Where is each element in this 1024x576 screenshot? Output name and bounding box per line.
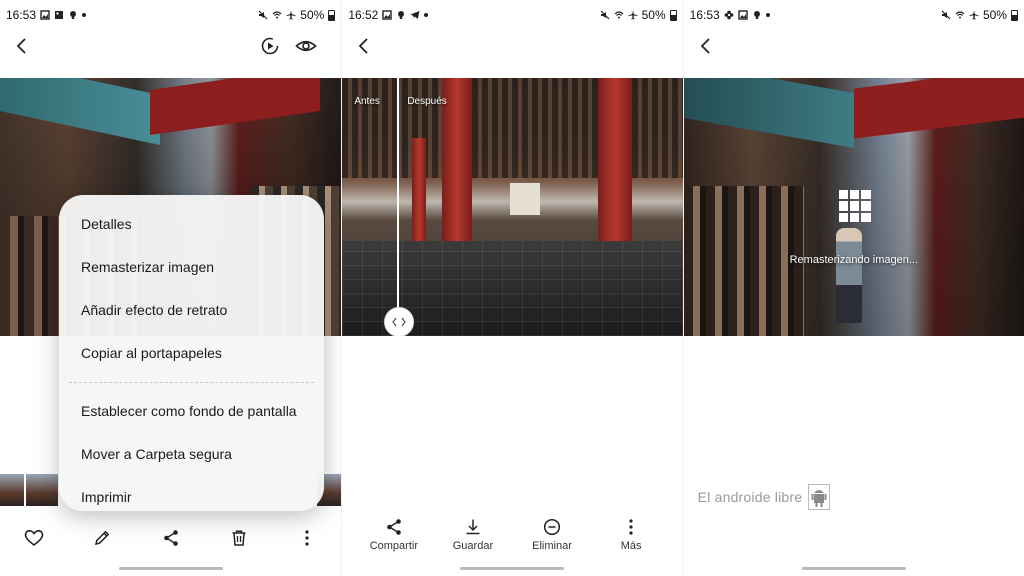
mute-icon <box>600 10 610 20</box>
before-label: Antes <box>354 96 380 107</box>
thumbnail[interactable] <box>26 474 58 506</box>
share-button[interactable]: Compartir <box>359 518 429 562</box>
menu-divider <box>69 382 314 383</box>
battery-icon <box>669 9 677 21</box>
heart-icon <box>24 530 44 547</box>
status-bar: 16:53 50% <box>684 0 1024 30</box>
left-right-chevrons-icon <box>392 317 407 327</box>
comparison-slider-handle[interactable] <box>384 307 415 336</box>
delete-button[interactable] <box>228 527 250 549</box>
airplane-icon <box>286 10 296 20</box>
more-button[interactable] <box>296 527 318 549</box>
menu-item-details[interactable]: Detalles <box>59 203 324 246</box>
menu-item-remaster[interactable]: Remasterizar imagen <box>59 246 324 289</box>
edit-button[interactable] <box>91 527 113 549</box>
status-time: 16:52 <box>348 8 379 22</box>
gesture-navigation-bar[interactable] <box>460 567 565 570</box>
menu-item-secure-folder[interactable]: Mover a Carpeta segura <box>59 433 324 476</box>
top-app-bar <box>684 32 1024 62</box>
menu-item-set-wallpaper[interactable]: Establecer como fondo de pantalla <box>59 390 324 433</box>
telegram-notification-icon <box>410 11 420 19</box>
motion-photo-icon[interactable] <box>260 36 280 56</box>
bottom-action-bar: Compartir Guardar Eliminar Más <box>342 518 682 562</box>
bottom-action-bar <box>0 522 341 554</box>
share-button[interactable] <box>160 527 182 549</box>
more-label: Más <box>620 540 642 552</box>
comparison-divider[interactable] <box>397 78 400 336</box>
menu-item-print[interactable]: Imprimir <box>59 476 324 519</box>
image-notification-icon <box>382 10 393 20</box>
wifi-icon <box>272 11 282 19</box>
back-arrow-icon[interactable] <box>354 36 374 56</box>
more-options-menu: Detalles Remasterizar imagen Añadir efec… <box>59 195 324 511</box>
top-app-bar <box>0 32 341 62</box>
thumbnail[interactable] <box>0 474 24 506</box>
minus-circle-icon <box>543 518 561 536</box>
airplane-icon <box>969 10 979 20</box>
notification-dot-icon <box>765 13 770 17</box>
download-icon <box>466 519 480 535</box>
top-app-bar <box>342 32 682 62</box>
battery-percent: 50% <box>982 8 1007 22</box>
status-bar: 16:52 50% <box>342 0 682 30</box>
trash-icon <box>232 530 246 546</box>
remastering-status-text: Remasterizando imagen... <box>789 254 919 266</box>
back-arrow-icon[interactable] <box>696 36 716 56</box>
delete-button[interactable]: Eliminar <box>517 518 587 562</box>
status-time: 16:53 <box>6 8 37 22</box>
bulb-notification-icon <box>70 11 77 19</box>
market-photo-remastering: Remasterizando imagen... <box>683 78 1024 336</box>
image-notification-icon <box>737 10 748 20</box>
notification-dot-icon <box>424 13 429 17</box>
share-icon <box>163 530 178 546</box>
battery-percent: 50% <box>641 8 666 22</box>
gesture-navigation-bar[interactable] <box>118 567 223 570</box>
save-label: Guardar <box>452 540 494 552</box>
watermark-text: El androide libre <box>697 489 803 505</box>
menu-item-copy-clipboard[interactable]: Copiar al portapapeles <box>59 332 324 375</box>
battery-icon <box>1010 9 1018 21</box>
eye-icon[interactable] <box>295 36 317 56</box>
panel-before-after: 16:52 50% Antes Después Compartir Guarda… <box>341 0 683 576</box>
panel-remastering: 16:53 50% Remasterizando imagen... El an… <box>682 0 1024 576</box>
more-icon <box>629 519 633 535</box>
share-label: Compartir <box>369 540 418 552</box>
battery-percent: 50% <box>300 8 325 22</box>
mute-icon <box>258 10 268 20</box>
more-icon <box>305 530 309 546</box>
remaster-progress-icon <box>838 190 871 222</box>
share-icon <box>387 519 401 535</box>
panel-gallery-menu: 16:53 50% Detalles Remasterizar imagen A… <box>0 0 342 576</box>
bulb-notification-icon <box>398 11 405 19</box>
temple-photo-comparison[interactable]: Antes Después <box>342 78 683 336</box>
edit-icon <box>95 530 110 545</box>
favorite-button[interactable] <box>23 527 45 549</box>
status-time: 16:53 <box>689 8 720 22</box>
bulb-notification-icon <box>753 11 760 19</box>
mute-icon <box>941 10 951 20</box>
back-arrow-icon[interactable] <box>12 36 32 56</box>
menu-item-portrait-effect[interactable]: Añadir efecto de retrato <box>59 289 324 332</box>
gesture-navigation-bar[interactable] <box>801 567 906 570</box>
status-bar: 16:53 50% <box>0 0 341 30</box>
battery-icon <box>328 9 336 21</box>
more-button[interactable]: Más <box>596 518 666 562</box>
save-button[interactable]: Guardar <box>438 518 508 562</box>
watermark: El androide libre <box>698 484 831 510</box>
wifi-icon <box>955 11 965 19</box>
after-label: Después <box>407 96 447 107</box>
gallery-notification-icon <box>40 10 50 20</box>
flower-notification-icon <box>724 10 734 20</box>
delete-label: Eliminar <box>532 540 572 552</box>
screenshot-collage: 16:53 50% Detalles Remasterizar imagen A… <box>0 0 1024 576</box>
wifi-icon <box>614 11 624 19</box>
android-logo-icon <box>808 484 831 510</box>
notification-dot-icon <box>82 13 87 17</box>
airplane-icon <box>628 10 638 20</box>
image-notification-icon <box>55 11 64 19</box>
